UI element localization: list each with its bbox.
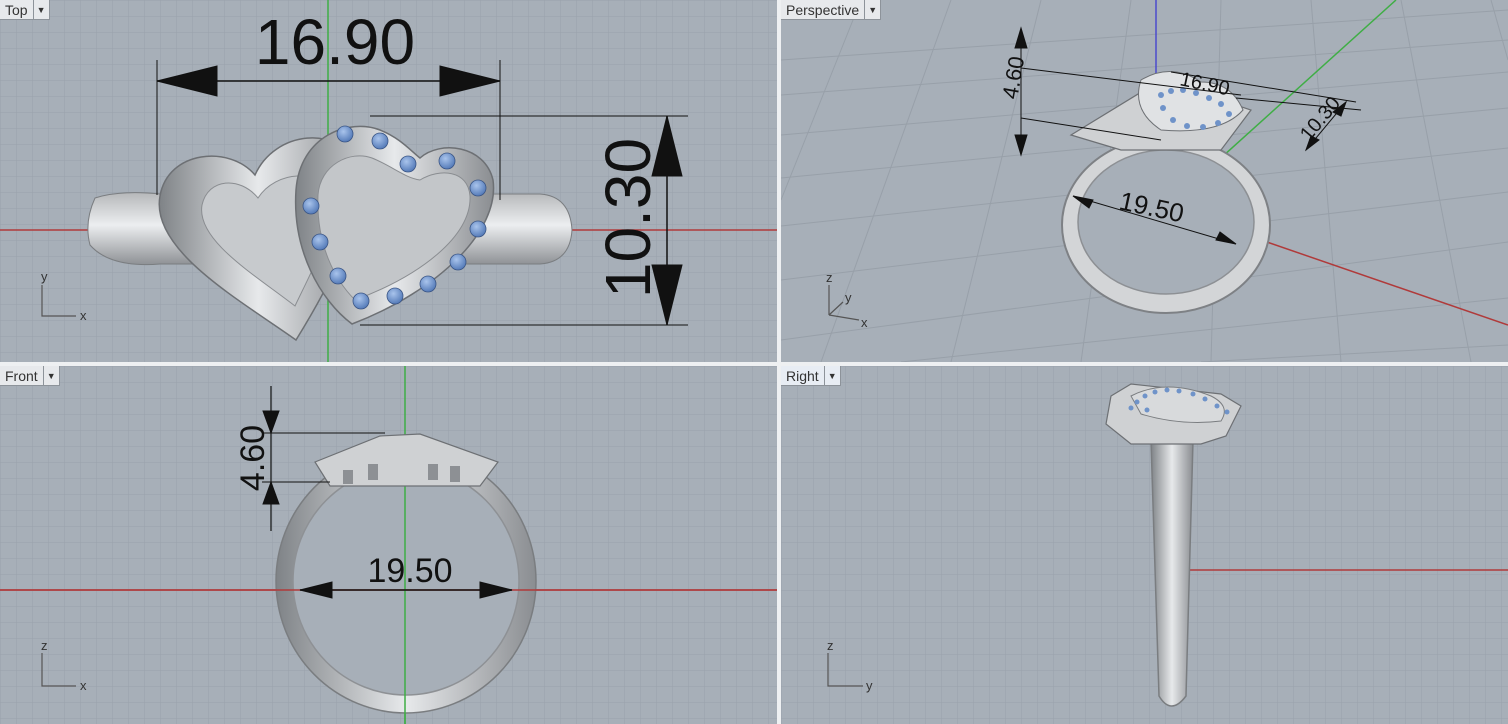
axis-label-v: z: [827, 638, 834, 653]
viewport-top[interactable]: 16.90 10.30 y x Top ▼: [0, 0, 777, 362]
dropdown-triangle-icon[interactable]: ▼: [42, 366, 59, 385]
viewport-title: Perspective: [786, 2, 860, 18]
dim-width-label: 16.90: [255, 6, 415, 78]
viewport-perspective[interactable]: 4.60 16.90 10.30 19.50 z y x Perspective…: [781, 0, 1508, 362]
viewport-tab-front[interactable]: Front ▼: [0, 366, 60, 386]
viewport-tab-right[interactable]: Right ▼: [781, 366, 841, 386]
perspective-scene[interactable]: 4.60 16.90 10.30 19.50 z y x: [781, 0, 1508, 362]
viewport-right[interactable]: z y Right ▼: [781, 366, 1508, 724]
viewport-tab-top[interactable]: Top ▼: [0, 0, 50, 20]
viewport-splitter-horizontal[interactable]: [0, 362, 1508, 366]
axis-label-a: z: [826, 270, 833, 285]
dropdown-triangle-icon[interactable]: ▼: [32, 0, 49, 19]
viewport-title: Front: [5, 368, 38, 384]
axis-label-h: x: [80, 308, 87, 323]
viewport-title: Right: [786, 368, 819, 384]
axis-label-h: x: [80, 678, 87, 693]
dim-height-label: 10.30: [592, 138, 664, 298]
viewport-front[interactable]: 4.60 19.50 z x Front ▼: [0, 366, 777, 724]
axis-label-h: y: [866, 678, 873, 693]
front-scene[interactable]: 4.60 19.50 z x: [0, 366, 777, 724]
viewport-tab-perspective[interactable]: Perspective ▼: [781, 0, 882, 20]
viewport-title: Top: [5, 2, 28, 18]
front-diameter-label: 19.50: [367, 552, 452, 590]
axis-label-v: z: [41, 638, 48, 653]
axis-label-c: x: [861, 315, 868, 330]
axis-label-v: y: [41, 269, 48, 284]
dropdown-triangle-icon[interactable]: ▼: [864, 0, 880, 19]
front-height-label: 4.60: [234, 425, 272, 491]
axis-label-b: y: [845, 290, 852, 305]
right-scene[interactable]: z y: [781, 366, 1508, 724]
ring-band-side: [1150, 433, 1194, 707]
top-scene[interactable]: 16.90 10.30 y x: [0, 0, 777, 362]
dropdown-triangle-icon[interactable]: ▼: [823, 366, 840, 385]
